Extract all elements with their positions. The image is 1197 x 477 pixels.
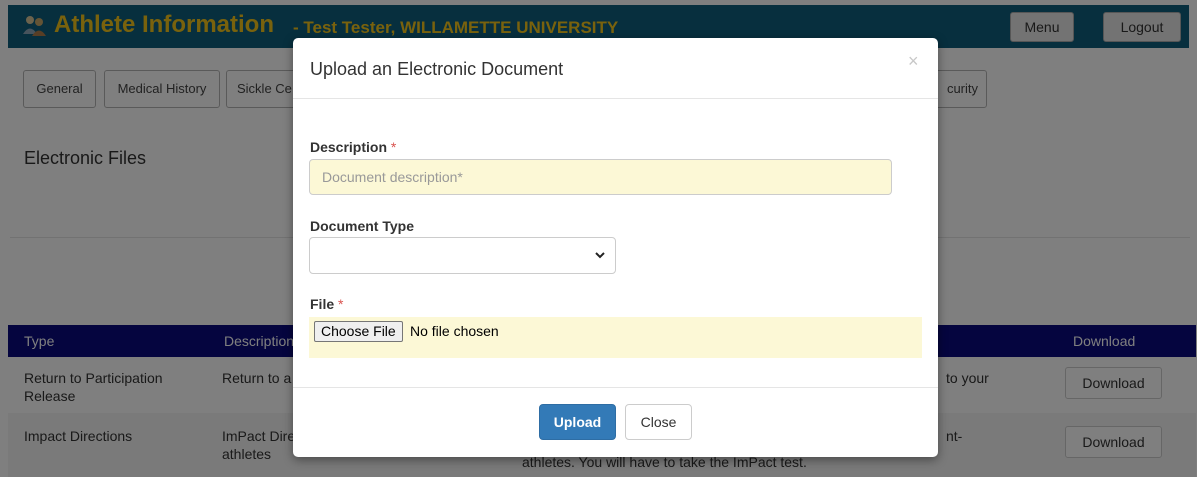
upload-dialog: Upload an Electronic Document × Descript…: [293, 38, 938, 457]
document-type-select[interactable]: [309, 237, 616, 274]
dialog-title: Upload an Electronic Document: [310, 59, 564, 79]
file-status: No file chosen: [410, 323, 499, 339]
file-input: Choose File No file chosen: [309, 317, 922, 358]
description-label-text: Description: [310, 139, 388, 155]
required-marker: *: [338, 296, 344, 312]
required-marker: *: [390, 139, 397, 155]
close-button[interactable]: Close: [625, 404, 692, 440]
dialog-footer-divider: [293, 387, 938, 388]
document-type-label: Document Type: [310, 218, 414, 234]
file-label-text: File: [310, 296, 335, 312]
upload-button[interactable]: Upload: [539, 404, 616, 440]
choose-file-button[interactable]: Choose File: [314, 321, 403, 342]
close-icon[interactable]: ×: [908, 51, 919, 72]
description-label: Description *: [310, 139, 396, 155]
dialog-header-divider: [293, 98, 938, 99]
file-label: File *: [310, 296, 343, 312]
chevron-down-icon: [595, 252, 605, 259]
description-input[interactable]: [309, 159, 892, 195]
